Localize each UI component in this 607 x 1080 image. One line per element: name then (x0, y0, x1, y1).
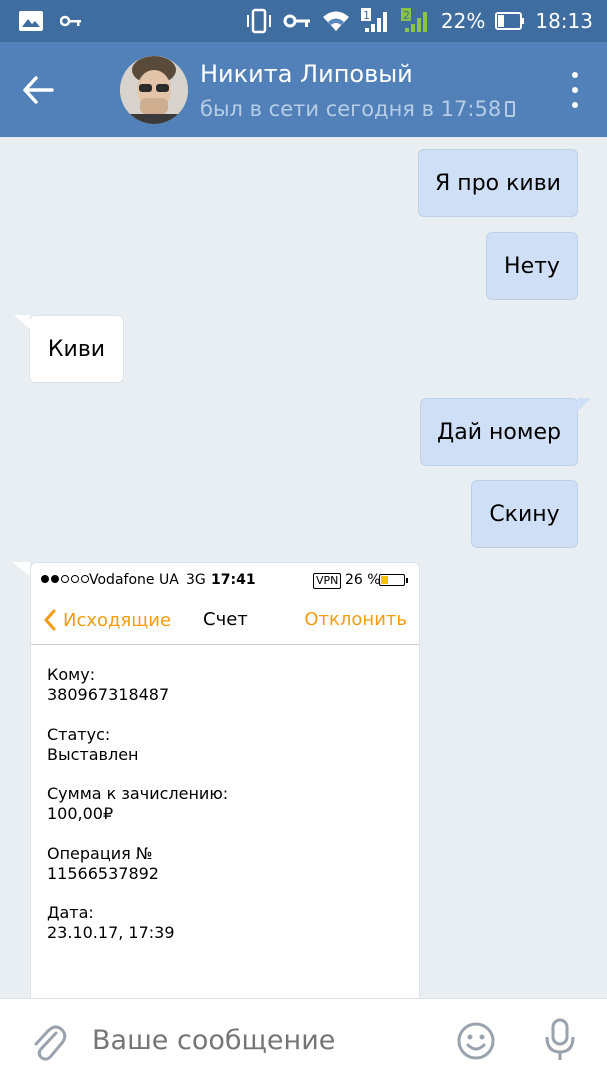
message-text: Киви (47, 336, 106, 362)
signal-sim2-icon: 2 (400, 8, 431, 34)
avatar[interactable] (120, 56, 188, 124)
field-label: Сумма к зачислению: (47, 784, 229, 803)
field-value: 100,00₽ (47, 804, 114, 823)
field-value: 380967318487 (47, 685, 170, 704)
embedded-status-bar: Vodafone UA 3G 17:41 VPN 26 % (41, 571, 413, 593)
paperclip-icon (34, 1025, 67, 1061)
key-icon (60, 8, 82, 34)
chat-header: Никита Липовый был в сети сегодня в 17:5… (0, 42, 607, 137)
mobile-device-icon (505, 101, 516, 117)
invoice-field: Операция № 11566537892 (47, 844, 159, 884)
embedded-decline: Отклонить (304, 609, 407, 630)
battery-percent: 22% (440, 9, 486, 33)
microphone-icon (545, 1018, 575, 1060)
voice-message-button[interactable] (540, 1017, 580, 1063)
embedded-vpn-badge: VPN (313, 573, 342, 589)
field-value: 23.10.17, 17:39 (47, 923, 175, 942)
invoice-field: Дата: 23.10.17, 17:39 (47, 903, 175, 943)
invoice-field: Кому: 380967318487 (47, 665, 169, 705)
embedded-time: 17:41 (211, 572, 256, 588)
message-text: Я про киви (435, 170, 561, 196)
gallery-icon (18, 8, 44, 34)
chevron-left-icon (44, 609, 56, 631)
message-composer (0, 998, 607, 1080)
back-button[interactable] (22, 70, 72, 110)
arrow-left-icon (23, 76, 54, 104)
message-outgoing[interactable]: Я про киви (418, 149, 578, 217)
signal-dots-icon (41, 575, 89, 583)
smiley-icon (457, 1022, 495, 1060)
emoji-button[interactable] (456, 1021, 496, 1061)
embedded-back-label: Исходящие (63, 609, 172, 631)
invoice-field: Сумма к зачислению: 100,00₽ (47, 784, 228, 824)
vibrate-icon (245, 8, 273, 34)
message-text: Скину (489, 501, 560, 527)
message-input[interactable] (92, 1017, 432, 1063)
field-value: 11566537892 (47, 864, 159, 883)
dot (572, 102, 578, 108)
message-outgoing[interactable]: Дай номер (420, 398, 591, 466)
field-label: Операция № (47, 844, 153, 863)
field-label: Кому: (47, 665, 96, 684)
wifi-icon (321, 8, 351, 34)
embedded-back: Исходящие (43, 609, 171, 631)
message-tail (12, 562, 30, 576)
attach-button[interactable] (28, 1019, 68, 1063)
contact-status-text: был в сети сегодня в 17:58 (200, 97, 502, 121)
message-outgoing[interactable]: Нету (486, 232, 578, 300)
message-outgoing[interactable]: Скину (471, 480, 578, 548)
battery-icon (495, 8, 525, 34)
embedded-network: 3G (186, 572, 206, 588)
field-label: Дата: (47, 903, 94, 922)
message-incoming[interactable]: Киви (14, 315, 124, 383)
clock: 18:13 (535, 9, 593, 33)
field-value: Выставлен (47, 745, 139, 764)
embedded-title: Счет (203, 609, 248, 630)
contact-last-seen: был в сети сегодня в 17:58 (200, 97, 516, 121)
signal-sim1-icon: 1 (360, 8, 391, 34)
dot (572, 72, 578, 78)
contact-name[interactable]: Никита Липовый (200, 60, 413, 88)
message-image-attachment[interactable]: Vodafone UA 3G 17:41 VPN 26 % Исходящие … (30, 562, 420, 1002)
field-label: Статус: (47, 725, 111, 744)
invoice-field: Статус: Выставлен (47, 725, 139, 765)
status-bar: 1 2 22% 18:13 (0, 0, 607, 42)
embedded-battery-percent: 26 % (345, 572, 381, 588)
more-options-button[interactable] (569, 72, 581, 108)
svg-text:2: 2 (403, 9, 410, 22)
svg-text:1: 1 (363, 9, 370, 22)
dot (572, 87, 578, 93)
embedded-nav-bar: Исходящие Счет Отклонить (31, 599, 419, 645)
message-text: Дай номер (437, 419, 561, 445)
embedded-battery-icon (379, 574, 408, 586)
message-text: Нету (504, 253, 560, 279)
embedded-carrier: Vodafone UA (89, 572, 179, 588)
vpn-key-icon (283, 8, 311, 34)
